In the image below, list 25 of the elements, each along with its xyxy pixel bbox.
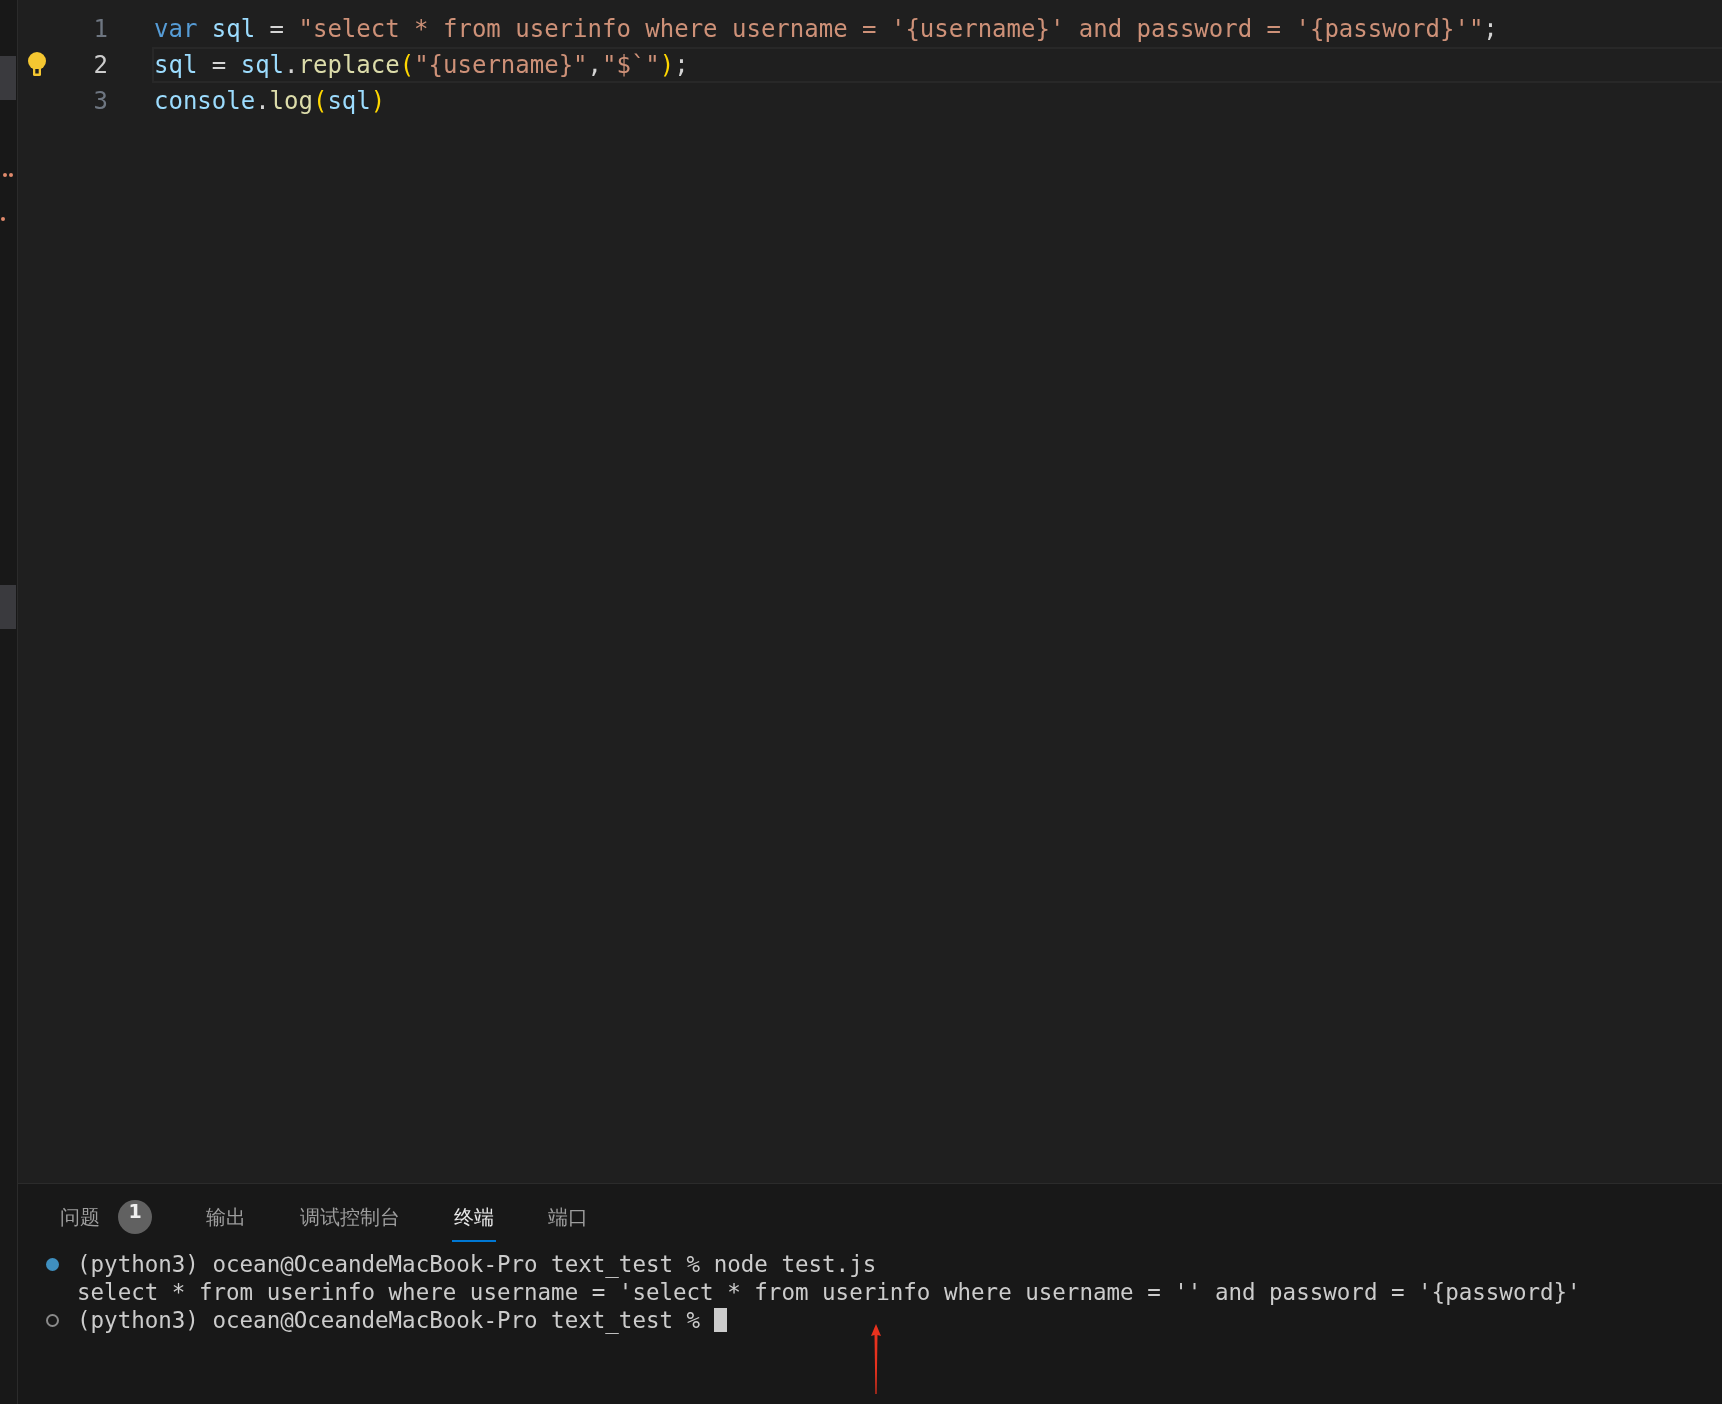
terminal-prompt: (python3) ocean@OceandeMacBook-Pro text_test % xyxy=(77,1307,701,1333)
panel-tab[interactable]: 终端 xyxy=(452,1196,496,1242)
terminal-prompt: (python3) ocean@OceandeMacBook-Pro text_test % node test.js xyxy=(77,1251,877,1277)
lightbulb-icon[interactable] xyxy=(28,52,46,78)
line-number: 1 xyxy=(92,15,108,43)
count-badge: 1 xyxy=(118,1200,152,1234)
panel-tab[interactable]: 输出 xyxy=(204,1196,248,1242)
line-number: 3 xyxy=(92,87,108,115)
terminal-output: select * from userinfo where username = 'select * from userinfo where username = '' and password = '{password}' xyxy=(77,1279,1581,1305)
change-marker xyxy=(3,173,7,177)
scroll-marker xyxy=(0,56,16,100)
command-status-icon xyxy=(46,1257,59,1271)
annotation-arrow xyxy=(869,1324,883,1394)
code-line: console.log(sql) xyxy=(154,87,386,115)
panel-tab[interactable]: 调试控制台 xyxy=(298,1196,402,1242)
code-line: var sql = "select * from userinfo where username = '{username}' and password = '{password}'"; xyxy=(154,15,1498,43)
terminal-cursor xyxy=(714,1308,728,1332)
panel-tab[interactable]: 端口 xyxy=(546,1196,590,1242)
panel-tab[interactable]: 问题 1 xyxy=(58,1196,154,1242)
change-marker xyxy=(1,217,5,221)
code-line: sql = sql.replace("{username}","$`"); xyxy=(154,51,689,79)
line-number: 2 xyxy=(92,51,108,79)
command-status-icon xyxy=(46,1313,59,1327)
change-marker xyxy=(9,173,13,177)
scroll-marker xyxy=(0,585,16,629)
